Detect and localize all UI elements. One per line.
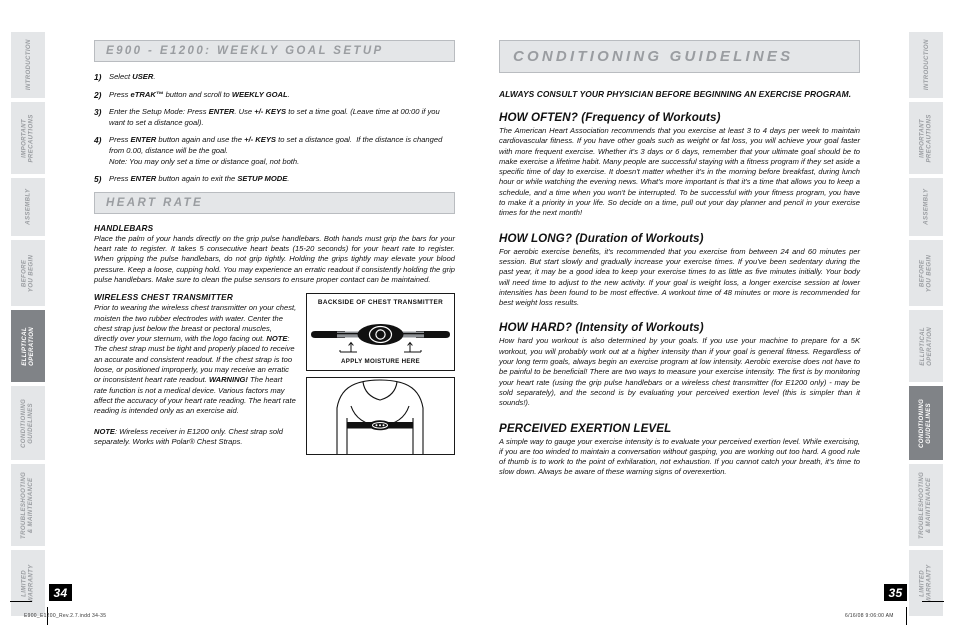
section-heading: HOW OFTEN? (Frequency of Workouts) [499, 111, 721, 124]
figure-backside-caption: BACKSIDE OF CHEST TRANSMITTER [317, 299, 444, 307]
right-page-content: CONDITIONING GUIDELINES ALWAYS CONSULT Y… [499, 40, 860, 491]
sidebar-tab-troubleshooting-maintenance-right[interactable]: TROUBLESHOOTING & MAINTENANCE [909, 464, 943, 546]
sidebar-tab-limited-warranty-right[interactable]: LIMITED WARRANTY [909, 550, 943, 616]
step-number: 1) [94, 72, 102, 82]
section-heading: HOW HARD? (Intensity of Workouts) [499, 321, 704, 335]
sidebar-tab-before-you-begin-left[interactable]: BEFORE YOU BEGIN [11, 240, 45, 306]
section-heading: HOW LONG? (Duration of Workouts) [499, 231, 704, 245]
figure-backside-chest-transmitter: BACKSIDE OF CHEST TRANSMITTER APPLY MOIS… [306, 293, 455, 372]
sidebar-tab-label: BEFORE YOU BEGIN [20, 254, 36, 292]
conditioning-guidelines-banner: CONDITIONING GUIDELINES [499, 40, 860, 73]
chest-strap-illustration [311, 324, 450, 353]
sidebar-tab-label: BEFORE YOU BEGIN [918, 254, 934, 292]
sidebar-tab-label: ELLIPTICAL OPERATION [918, 326, 933, 366]
torso-illustration [336, 379, 424, 455]
sidebar-tab-important-precautions-left[interactable]: IMPORTANT PRECAUTIONS [11, 102, 45, 174]
sidebar-tab-before-you-begin-right[interactable]: BEFORE YOU BEGIN [909, 240, 943, 306]
heart-rate-detail-zone: WIRELESS CHEST TRANSMITTER Prior to wear… [94, 293, 455, 461]
crop-mark-bottom-right-h [922, 601, 944, 602]
weekly-goal-steps: 1) Select USER. 2) Press eTRAK™ button and … [94, 72, 455, 185]
physician-warning: ALWAYS CONSULT YOUR PHYSICIAN BEFORE BEG… [499, 89, 852, 99]
step-text: Select USER. [109, 72, 156, 81]
sidebar-tab-label: INTRODUCTION [922, 39, 930, 91]
step-number: 3) [94, 107, 102, 118]
crop-mark-bottom-left-h [10, 601, 32, 602]
sidebar-tab-important-precautions-right[interactable]: IMPORTANT PRECAUTIONS [909, 102, 943, 174]
weekly-goal-banner: E900 - E1200: WEEKLY GOAL SETUP [94, 40, 455, 62]
weekly-goal-banner-title: E900 - E1200: WEEKLY GOAL SETUP [106, 45, 384, 57]
weekly-goal-step: 3) Enter the Setup Mode: Press ENTER. Use… [94, 107, 455, 128]
step-text: Press ENTER button again to exit the SET… [109, 174, 290, 184]
sidebar-tab-conditioning-guidelines-left[interactable]: CONDITIONING GUIDELINES [11, 386, 45, 460]
page-number-right: 35 [884, 584, 907, 601]
section-paragraph: For aerobic exercise benefits, it's reco… [499, 246, 860, 308]
heart-rate-banner-title: HEART RATE [106, 196, 204, 209]
sidebar-tab-introduction-right[interactable]: INTRODUCTION [909, 32, 943, 98]
crop-mark-bottom-right-v [906, 607, 907, 625]
sidebar-tab-assembly-left[interactable]: ASSEMBLY [11, 178, 45, 236]
step-text: Press ENTER button again and use the +/-… [109, 135, 443, 166]
sidebar-tab-assembly-right[interactable]: ASSEMBLY [909, 178, 943, 236]
figure-torso-with-strap [306, 377, 455, 456]
step-number: 2) [94, 89, 102, 100]
sidebar-tab-label: ASSEMBLY [24, 188, 32, 226]
step-text: Enter the Setup Mode: Press ENTER. Use +… [109, 107, 440, 127]
left-page-content: E900 - E1200: WEEKLY GOAL SETUP 1) Select… [94, 40, 455, 461]
sidebar-tab-elliptical-operation-right[interactable]: ELLIPTICAL OPERATION [909, 310, 943, 382]
wireless-transmitter-paragraph: Prior to wearing the wireless chest tran… [94, 303, 297, 416]
conditioning-sections: HOW OFTEN? (Frequency of Workouts) The Am… [499, 111, 860, 478]
weekly-goal-step: 5) Press ENTER button again to exit the S… [94, 174, 455, 185]
sidebar-tab-troubleshooting-maintenance-left[interactable]: TROUBLESHOOTING & MAINTENANCE [11, 464, 45, 546]
sidebar-tab-label: LIMITED WARRANTY [918, 563, 934, 603]
sidebar-tab-label: INTRODUCTION [24, 39, 32, 91]
weekly-goal-step: 2) Press eTRAK™ button and scroll to WEEK… [94, 90, 455, 101]
wireless-transmitter-heading: WIRELESS CHEST TRANSMITTER [94, 293, 233, 303]
sidebar-tab-label: ELLIPTICAL OPERATION [20, 326, 35, 366]
sidebar-tab-label: TROUBLESHOOTING & MAINTENANCE [918, 471, 934, 539]
chest-transmitter-figures: BACKSIDE OF CHEST TRANSMITTER APPLY MOIS… [306, 293, 455, 461]
sidebar-tab-label: CONDITIONING GUIDELINES [20, 398, 36, 448]
section-paragraph: A simple way to gauge your exercise inte… [499, 436, 860, 477]
sidebar-tab-elliptical-operation-left[interactable]: ELLIPTICAL OPERATION [11, 310, 45, 382]
left-sidebar-tabs: INTRODUCTION IMPORTANT PRECAUTIONS ASSEMBLY… [11, 32, 45, 616]
weekly-goal-step: 4) Press ENTER button again and use the +… [94, 135, 455, 167]
sidebar-tab-label: ASSEMBLY [922, 188, 930, 226]
heart-rate-banner: HEART RATE [94, 191, 455, 214]
conditioning-guidelines-title: CONDITIONING GUIDELINES [513, 48, 794, 65]
sidebar-tab-label: IMPORTANT PRECAUTIONS [20, 113, 36, 163]
figure-apply-moisture-caption: APPLY MOISTURE HERE [341, 358, 420, 366]
section-paragraph: The American Heart Association recommend… [499, 126, 860, 218]
sidebar-tab-limited-warranty-left[interactable]: LIMITED WARRANTY [11, 550, 45, 616]
section-heading: PERCEIVED EXERTION LEVEL [499, 421, 672, 435]
sidebar-tab-label: CONDITIONING GUIDELINES [918, 398, 934, 448]
handlebars-heading: HANDLEBARS [94, 223, 154, 233]
wireless-transmitter-note: NOTE: Wireless receiver in E1200 only. C… [94, 426, 283, 446]
right-sidebar-tabs: INTRODUCTION IMPORTANT PRECAUTIONS ASSEMBLY… [909, 32, 943, 616]
manual-page-spread: INTRODUCTION IMPORTANT PRECAUTIONS ASSEMBLY… [0, 0, 954, 629]
step-text: Press eTRAK™ button and scroll to WEEKLY… [109, 89, 290, 99]
sidebar-tab-label: IMPORTANT PRECAUTIONS [918, 113, 934, 163]
section-paragraph: How hard you workout is also determined … [499, 336, 860, 408]
page-number-left: 34 [49, 584, 72, 601]
footer-timestamp: 6/16/08 9:06:00 AM [845, 613, 894, 619]
step-number: 4) [94, 135, 102, 146]
sidebar-tab-conditioning-guidelines-right[interactable]: CONDITIONING GUIDELINES [909, 386, 943, 460]
footer-file-name: E900_E1200_Rev.2.7.indd 34-35 [24, 613, 107, 619]
sidebar-tab-label: TROUBLESHOOTING & MAINTENANCE [20, 471, 36, 539]
sidebar-tab-label: LIMITED WARRANTY [20, 563, 36, 603]
wireless-transmitter-text: WIRELESS CHEST TRANSMITTER Prior to wear… [94, 293, 297, 461]
sidebar-tab-introduction-left[interactable]: INTRODUCTION [11, 32, 45, 98]
handlebars-paragraph: Place the palm of your hands directly on… [94, 233, 455, 284]
weekly-goal-step: 1) Select USER. [94, 72, 455, 83]
step-number: 5) [94, 174, 102, 185]
